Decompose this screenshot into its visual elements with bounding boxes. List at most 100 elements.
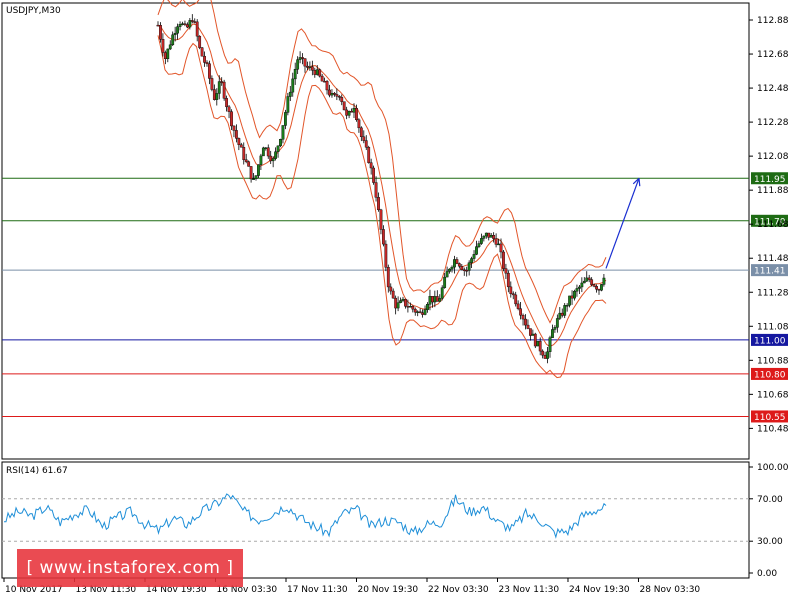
price-tick-label: 110.48 — [757, 424, 789, 434]
candle-body — [521, 314, 525, 320]
candle-body — [587, 277, 591, 280]
candle-body — [448, 268, 451, 272]
candle-body — [198, 35, 202, 48]
candle-body — [340, 97, 344, 102]
candle-body — [492, 235, 496, 239]
candle-body — [592, 284, 596, 287]
candle-body — [431, 296, 434, 303]
candle-body — [220, 81, 224, 83]
candle-body — [328, 89, 331, 96]
candle-body — [303, 58, 307, 67]
candle-body — [377, 197, 380, 211]
candle-body — [467, 262, 471, 271]
candle-body — [166, 48, 170, 60]
candle-body — [524, 318, 527, 326]
candle-body — [497, 243, 500, 246]
candle-body — [171, 34, 175, 46]
candle-body — [450, 266, 454, 270]
candle-body — [269, 155, 273, 162]
candle-body — [350, 111, 353, 113]
candle-body — [460, 266, 464, 270]
candle-body — [247, 161, 251, 167]
candle-body — [301, 57, 304, 59]
candle-body — [384, 243, 388, 268]
candle-body — [357, 119, 361, 129]
candle-body — [396, 302, 400, 309]
candle-body — [578, 286, 581, 289]
candle-body — [602, 277, 606, 285]
candle-body — [433, 296, 437, 303]
candle-body — [291, 78, 295, 93]
candle-body — [519, 308, 523, 316]
time-tick-label: 22 Nov 03:30 — [428, 585, 489, 595]
price-tick-label: 112.08 — [757, 152, 789, 162]
candle-body — [367, 147, 371, 163]
candle-body — [215, 93, 219, 100]
candle-body — [401, 298, 405, 301]
candle-body — [543, 354, 547, 359]
time-tick-label: 23 Nov 11:30 — [498, 585, 559, 595]
candle-body — [465, 270, 469, 272]
candle-body — [457, 263, 461, 267]
candle-body — [563, 305, 567, 316]
candle-body — [516, 303, 520, 309]
candle-body — [399, 300, 402, 303]
candle-body — [404, 298, 407, 307]
candle-body — [249, 166, 253, 180]
candle-body — [320, 75, 324, 82]
candle-body — [499, 243, 503, 253]
candle-body — [310, 66, 314, 71]
candle-body — [394, 297, 398, 309]
candle-body — [462, 269, 466, 271]
candle-body — [208, 63, 211, 79]
candle-body — [178, 23, 182, 27]
candle-body — [333, 92, 336, 95]
candle-body — [526, 324, 530, 329]
candle-body — [426, 304, 429, 310]
candle-body — [600, 284, 603, 291]
candle-body — [553, 327, 557, 330]
price-panel — [1, 2, 750, 460]
candle-body — [597, 289, 601, 291]
price-tick-label: 110.88 — [757, 356, 789, 366]
level-tag-label: 110.55 — [754, 413, 786, 423]
candle-body — [565, 305, 569, 307]
candle-body — [230, 111, 233, 127]
candle-body — [580, 282, 584, 288]
candle-body — [555, 318, 559, 328]
candle-body — [411, 306, 415, 310]
rsi-tick-label: 100.00 — [757, 463, 789, 473]
candle-body — [298, 57, 302, 60]
candle-body — [355, 108, 358, 121]
candle-body — [313, 70, 317, 75]
candle-body — [529, 328, 532, 336]
chart-svg: USDJPY,M30 RSI(14) 61.67 111.95111.70111… — [1, 0, 789, 595]
candle-body — [225, 98, 228, 108]
candle-body — [239, 144, 243, 148]
candle-body — [364, 140, 368, 148]
price-tick-label: 111.08 — [757, 322, 789, 332]
candle-body — [489, 235, 493, 238]
candle-body — [418, 311, 422, 313]
candle-body — [352, 108, 356, 113]
candle-body — [200, 47, 204, 57]
symbol-label: USDJPY,M30 — [6, 6, 61, 16]
candle-body — [281, 125, 285, 140]
candle-body — [286, 96, 290, 113]
candle-body — [475, 246, 478, 255]
candle-body — [203, 55, 206, 63]
candle-body — [237, 138, 241, 145]
candle-body — [342, 101, 346, 111]
candle-body — [541, 350, 545, 356]
candle-body — [472, 254, 476, 259]
candle-body — [440, 287, 444, 299]
candle-body — [406, 306, 410, 308]
price-tick-label: 112.48 — [757, 84, 789, 94]
level-tag-label: 110.80 — [754, 370, 786, 380]
candle-body — [423, 309, 427, 315]
candle-body — [173, 33, 177, 36]
candle-body — [323, 80, 326, 83]
candle-body — [279, 139, 282, 147]
candle-body — [176, 26, 179, 34]
candle-body — [359, 127, 363, 138]
